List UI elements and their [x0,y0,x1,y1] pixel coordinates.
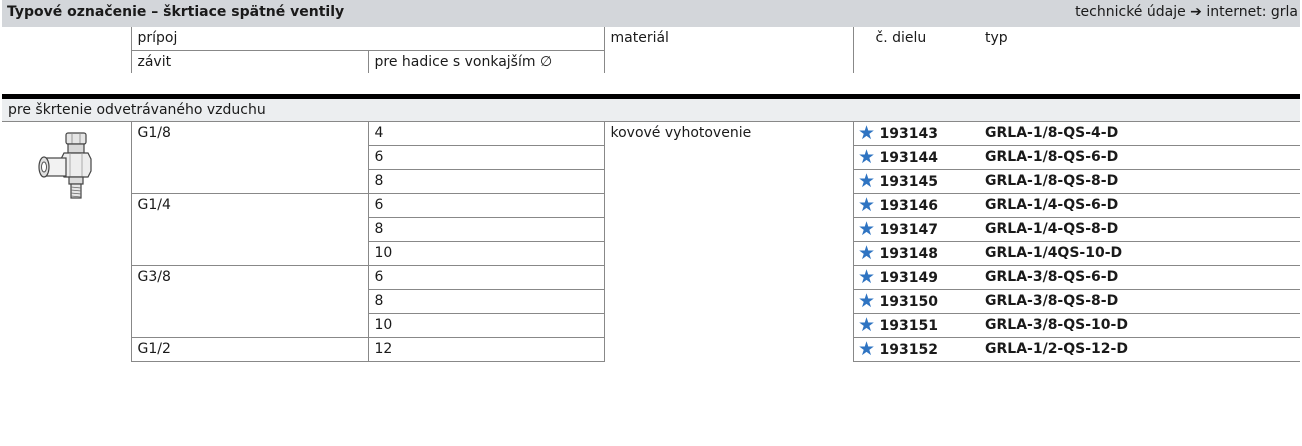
star-icon: ★ [857,289,876,312]
type-cell: GRLA-1/8-QS-4-D [975,121,1300,146]
thread-cell: G3/8 [130,265,368,338]
type-cell: GRLA-1/2-QS-12-D [975,337,1300,362]
part-number: 193146 [879,197,938,214]
hose-cell: 8 [367,217,604,242]
star-icon: ★ [857,313,876,336]
star-icon: ★ [857,265,876,288]
col-material: materiál [603,27,853,73]
part-number: 193151 [879,317,938,334]
star-icon: ★ [857,337,876,360]
section-row: pre škrtenie odvetrávaného vzduchu [2,96,1300,122]
part-number-cell: ★ 193145 [852,169,975,194]
part-number: 193143 [879,125,938,142]
col-connection: prípoj [130,27,604,50]
type-cell: GRLA-3/8-QS-8-D [975,289,1300,314]
material-cell: kovové vyhotovenie [603,121,853,361]
hose-cell: 12 [367,337,604,362]
part-number: 193152 [879,341,938,358]
hose-cell: 4 [367,121,604,146]
star-icon: ★ [857,121,876,144]
hose-cell: 10 [367,313,604,338]
part-number-cell: ★ 193149 [852,265,975,290]
part-number-cell: ★ 193147 [852,217,975,242]
title-bar: Typové označenie – škrtiace spätné venti… [2,0,1300,27]
hose-cell: 6 [367,193,604,218]
type-cell: GRLA-1/4-QS-8-D [975,217,1300,242]
star-icon: ★ [857,193,876,216]
part-number: 193150 [879,293,938,310]
type-cell: GRLA-3/8-QS-6-D [975,265,1300,290]
type-cell: GRLA-1/8-QS-8-D [975,169,1300,194]
part-number: 193145 [879,173,938,190]
type-cell: GRLA-1/4-QS-6-D [975,193,1300,218]
col-hose: pre hadice s vonkajším ∅ [367,49,604,73]
thread-cell: G1/8 [130,121,368,194]
thread-cell: G1/2 [130,337,368,362]
part-number-cell: ★ 193144 [852,145,975,170]
type-cell: GRLA-3/8-QS-10-D [975,313,1300,338]
star-icon: ★ [857,169,876,192]
hose-cell: 6 [367,265,604,290]
hose-cell: 6 [367,145,604,170]
col-part-no: č. dielu [852,27,975,73]
header-row-1: prípoj materiál č. dielu typ [2,27,1300,73]
type-cell: GRLA-1/4QS-10-D [975,241,1300,266]
arrow-right-icon: ➔ [1190,4,1202,20]
col-thread: závit [130,49,368,73]
part-number-cell: ★ 193146 [852,193,975,218]
section-label: pre škrtenie odvetrávaného vzduchu [2,96,1300,122]
star-icon: ★ [857,145,876,168]
info-text: technické údaje [1075,4,1186,20]
hose-cell: 8 [367,169,604,194]
part-number-cell: ★ 193150 [852,289,975,314]
part-number: 193144 [879,149,938,166]
star-icon: ★ [857,217,876,240]
hose-cell: 10 [367,241,604,266]
info-link[interactable]: internet: grla [1206,4,1298,20]
part-number-cell: ★ 193148 [852,241,975,266]
type-cell: GRLA-1/8-QS-6-D [975,145,1300,170]
part-number-cell: ★ 193143 [852,121,975,146]
table-row: G1/8 4 kovové vyhotovenie ★ 193143 GRLA-1/8-Q… [2,121,1300,361]
part-number: 193148 [879,245,938,262]
header-divider [2,73,1300,99]
part-number-cell: ★ 193151 [852,313,975,338]
part-number: 193147 [879,221,938,238]
info-reference: technické údaje ➔ internet: grla [1075,4,1298,20]
part-number-cell: ★ 193152 [852,337,975,362]
col-type: typ [985,30,1008,46]
valve-fitting-image [2,121,131,361]
hose-cell: 8 [367,289,604,314]
product-table: prípoj materiál č. dielu typ závit pre h… [2,27,1300,362]
thread-cell: G1/4 [130,193,368,266]
star-icon: ★ [857,241,876,264]
part-number: 193149 [879,269,938,286]
page-title: Typové označenie – škrtiace spätné venti… [7,4,345,20]
datasheet: Typové označenie – škrtiace spätné venti… [2,0,1300,444]
